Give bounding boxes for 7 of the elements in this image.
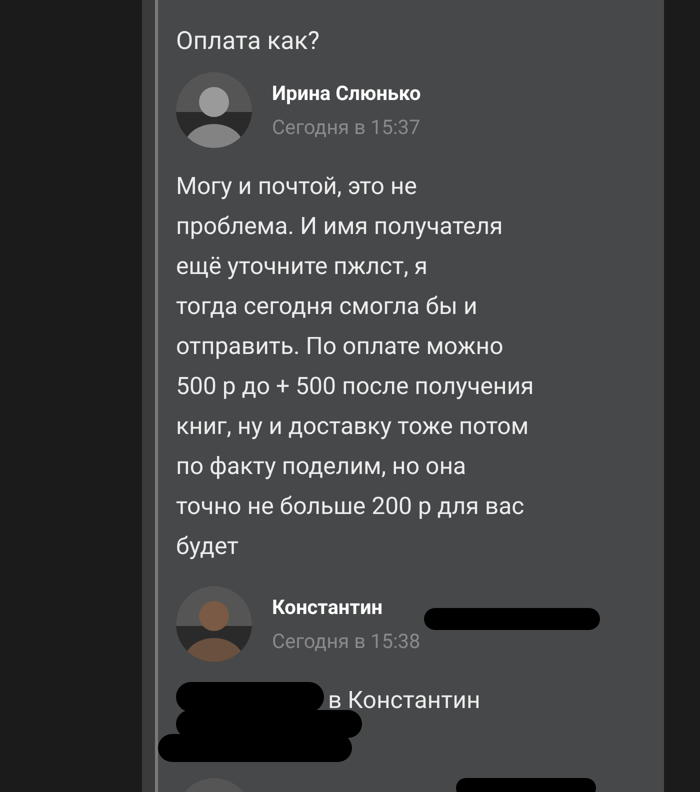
message-text: в Константин [328,685,480,716]
message-text: Могу и почтой, это не проблема. И имя получателя ещё уточните пжлст, я тогда сегодня смогла бы и отправить. По оплате можно 500 р до + 500 после получения книг, ну и доставку тоже потом по факту поделим, но она точно не больше 200 р для вас будет [176,171,534,562]
author-name[interactable]: Ирина Слюнько [272,81,421,105]
message-time: Сегодня в 15:37 [272,115,421,139]
message-text: Оплата как? [176,26,321,58]
message-time: Сегодня в 15:38 [272,629,420,653]
author-name[interactable]: Константин [272,595,420,619]
